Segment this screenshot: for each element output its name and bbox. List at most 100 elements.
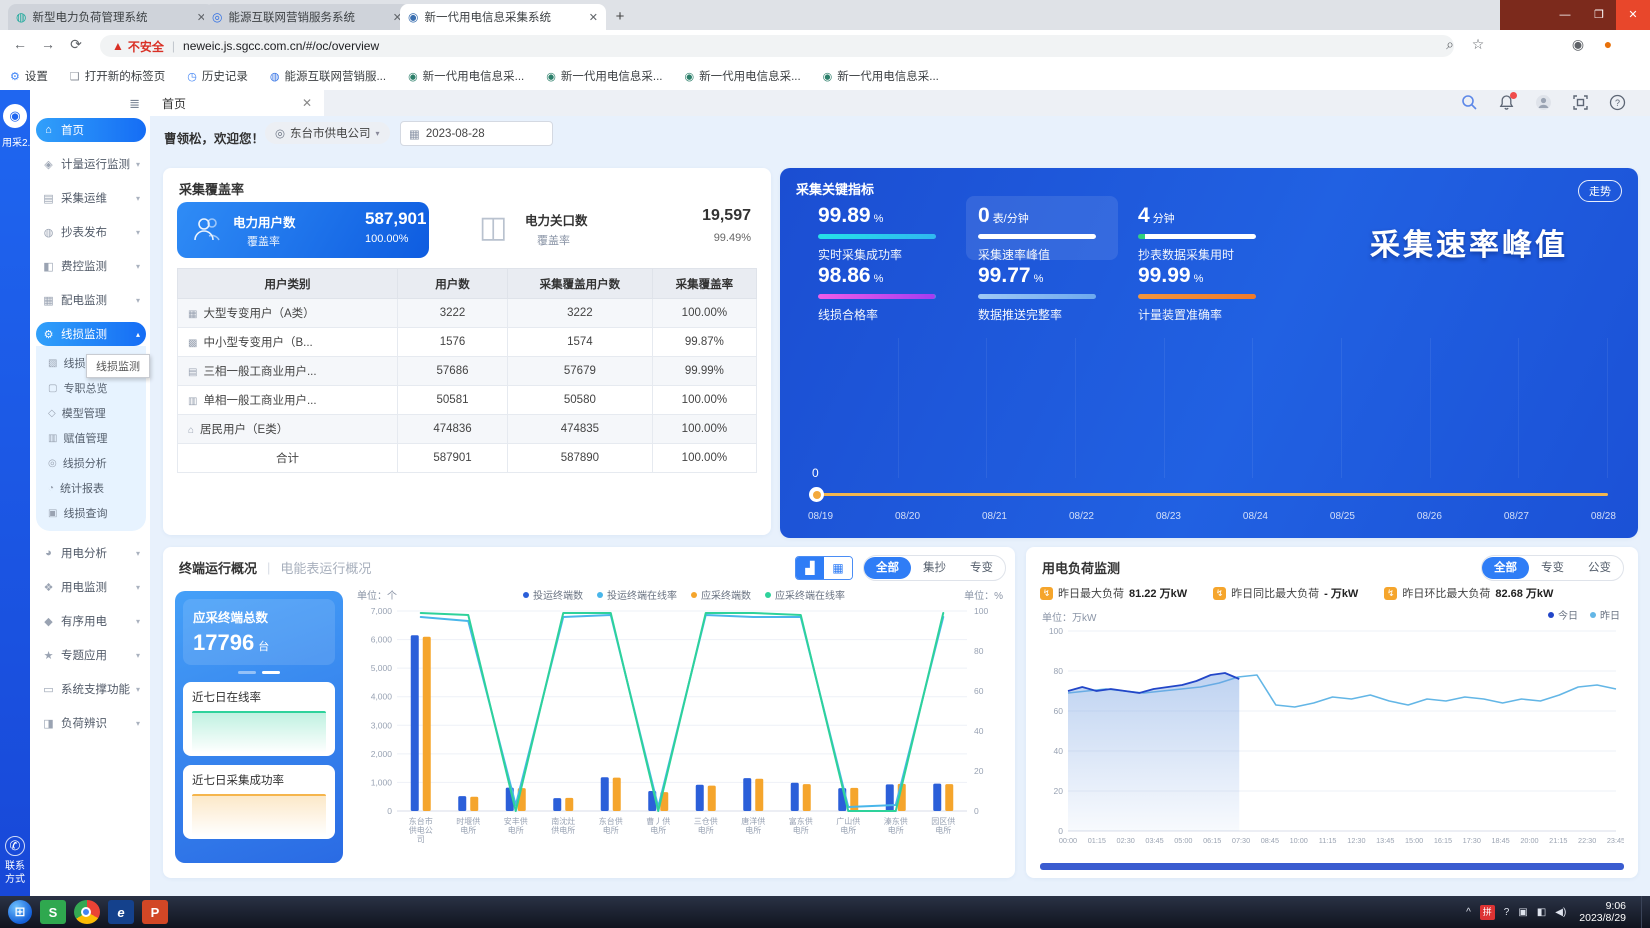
table-row[interactable]: ▤三相一般工商业用户... 576865767999.99%	[178, 357, 757, 386]
help-icon[interactable]: ?	[1609, 94, 1626, 111]
sidebar-item-metering[interactable]: ◈ 计量运行监测 ▾	[36, 152, 146, 176]
tray-generic-icon[interactable]: ▣	[1518, 907, 1527, 918]
tray-help-icon[interactable]: ?	[1504, 907, 1510, 918]
trend-button[interactable]: 走势	[1578, 180, 1622, 202]
timeline-track[interactable]	[816, 493, 1608, 496]
bookmark-site[interactable]: ◉新一代用电信息采...	[546, 68, 662, 84]
bookmark-settings[interactable]: ⚙设置	[10, 68, 48, 84]
submenu-item-duty-overview[interactable]: ▢专职总览	[36, 377, 146, 399]
back-icon[interactable]: ←	[10, 36, 30, 52]
submenu-item-reports[interactable]: ◔统计报表	[36, 477, 146, 499]
load-stats-row: ↯ 昨日最大负荷81.22 万kW ↯ 昨日同比最大负荷- 万kW ↯ 昨日环比…	[1040, 585, 1628, 601]
collect-success-card[interactable]: 近七日采集成功率	[183, 765, 335, 839]
sidebar-item-usage-monitor[interactable]: ❖ 用电监测 ▾	[36, 575, 146, 599]
filter-all[interactable]: 全部	[864, 557, 911, 579]
content-tab-close-icon[interactable]: ✕	[302, 96, 312, 110]
submenu-item-analysis[interactable]: ◎线损分析	[36, 452, 146, 474]
bookmark-site[interactable]: ◉新一代用电信息采...	[408, 68, 524, 84]
submenu-item-query[interactable]: ▣线损查询	[36, 502, 146, 524]
sidebar-item-system-support[interactable]: ▭ 系统支撑功能 ▾	[36, 677, 146, 701]
table-row[interactable]: ▦大型专变用户（A类） 32223222100.00%	[178, 299, 757, 328]
reload-icon[interactable]: ⟳	[66, 36, 86, 53]
date-picker[interactable]: ▦ 2023-08-28	[400, 121, 553, 146]
sidebar-item-distribution[interactable]: ▦ 配电监测 ▾	[36, 288, 146, 312]
gateway-card[interactable]: ◫ 电力关口数 覆盖率 19,597 99.49%	[463, 202, 757, 258]
tray-ime-icon[interactable]: 拼	[1480, 905, 1495, 920]
power-users-card[interactable]: 电力用户数 覆盖率 587,901 100.00%	[177, 202, 429, 258]
volume-icon[interactable]: ◀)	[1555, 907, 1566, 918]
security-warning[interactable]: ▲ 不安全	[112, 38, 164, 55]
sidebar-item-orderly-power[interactable]: ◆ 有序用电 ▾	[36, 609, 146, 633]
update-icon[interactable]: ●	[1598, 36, 1618, 52]
bookmark-site[interactable]: ◉新一代用电信息采...	[684, 68, 800, 84]
table-row[interactable]: ⌂居民用户（E类） 474836474835100.00%	[178, 415, 757, 444]
tab-terminal-overview[interactable]: 终端运行概况	[179, 558, 257, 577]
tray-generic-icon[interactable]: ◧	[1537, 907, 1546, 918]
submenu-item-assignment-mgmt[interactable]: ▥赋值管理	[36, 427, 146, 449]
url-text[interactable]: neweic.js.sgcc.com.cn/#/oc/overview	[183, 39, 379, 53]
address-bar[interactable]: ▲ 不安全 | neweic.js.sgcc.com.cn/#/oc/overv…	[100, 35, 1454, 57]
taskbar-wps-icon[interactable]: S	[40, 900, 66, 924]
org-selector[interactable]: ◎ 东台市供电公司 ▾	[265, 122, 390, 144]
taskbar-powerpoint-icon[interactable]: P	[142, 900, 168, 924]
filter-gongbian[interactable]: 公变	[1576, 557, 1623, 579]
browser-tab-3-active[interactable]: ◉ 新一代用电信息采集系统 ✕	[400, 4, 606, 30]
online-rate-card[interactable]: 近七日在线率	[183, 682, 335, 756]
tab-close-icon[interactable]: ✕	[589, 11, 598, 24]
filter-jichao[interactable]: 集抄	[911, 557, 958, 579]
chevron-down-icon: ▾	[136, 549, 140, 558]
svg-text:01:15: 01:15	[1088, 836, 1106, 845]
close-button[interactable]: ✕	[1616, 0, 1650, 30]
taskbar-chrome-icon[interactable]	[74, 900, 100, 924]
tray-chevron-icon[interactable]: ^	[1466, 907, 1471, 918]
fullscreen-icon[interactable]	[1572, 94, 1589, 111]
table-row[interactable]: ▩中小型专变用户（B... 1576157499.87%	[178, 328, 757, 357]
taskbar-clock[interactable]: 9:062023/8/29	[1579, 900, 1626, 924]
bookmark-site[interactable]: ◉新一代用电信息采...	[823, 68, 939, 84]
minimize-button[interactable]: —	[1548, 0, 1582, 30]
maximize-button[interactable]: ❐	[1582, 0, 1616, 30]
terminal-total-card[interactable]: 应采终端总数 17796台	[183, 599, 335, 665]
bell-icon[interactable]	[1498, 94, 1515, 111]
warning-icon: ▲	[112, 39, 124, 53]
bookmark-history[interactable]: ◷历史记录	[187, 68, 248, 84]
greeting-text: 曹领松，欢迎您！	[164, 128, 264, 147]
zoom-icon[interactable]: ⌕	[1440, 36, 1460, 53]
sidebar-item-usage-analysis[interactable]: ◕ 用电分析 ▾	[36, 541, 146, 565]
avatar-icon[interactable]	[1535, 94, 1552, 111]
sidebar-item-special-apps[interactable]: ★ 专题应用 ▾	[36, 643, 146, 667]
taskbar-ie-icon[interactable]: e	[108, 900, 134, 924]
sidebar-item-home[interactable]: ⌂ 首页	[36, 118, 146, 142]
filter-zhuanbian[interactable]: 专变	[958, 557, 1005, 579]
contact-widget[interactable]: ✆ 联系方式	[0, 836, 30, 886]
forward-icon[interactable]: →	[38, 36, 58, 52]
datazoom-slider[interactable]	[1040, 863, 1624, 870]
bookmark-site[interactable]: ◍能源互联网营销服...	[270, 68, 386, 84]
table-row[interactable]: ▥单相一般工商业用户... 5058150580100.00%	[178, 386, 757, 415]
profile-icon[interactable]: ◉	[1568, 36, 1588, 53]
table-view-icon[interactable]: ▦	[824, 557, 852, 579]
new-tab-button[interactable]: +	[608, 7, 632, 27]
online-rate-sparkline	[192, 711, 326, 753]
sidebar-collapse-icon[interactable]: ≣	[129, 96, 140, 112]
submenu-item-model-mgmt[interactable]: ◇模型管理	[36, 402, 146, 424]
tab-meter-overview[interactable]: 电能表运行概况	[280, 558, 371, 577]
sidebar-item-line-loss[interactable]: ⚙ 线损监测 ▴	[36, 322, 146, 346]
browser-tab-1[interactable]: ◍ 新型电力负荷管理系统 ✕	[8, 4, 214, 30]
chart-view-icon[interactable]: ▟	[796, 557, 824, 579]
carousel-dots[interactable]	[183, 671, 335, 674]
show-desktop-button[interactable]	[1641, 896, 1650, 928]
filter-all[interactable]: 全部	[1482, 557, 1529, 579]
search-icon[interactable]	[1461, 94, 1478, 111]
bookmark-star-icon[interactable]: ☆	[1468, 36, 1488, 53]
bookmark-newtab[interactable]: ❑打开新的标签页	[70, 68, 165, 84]
sidebar-item-fee-control[interactable]: ◧ 费控监测 ▾	[36, 254, 146, 278]
content-tab-home[interactable]: 首页 ✕	[150, 90, 324, 116]
timeline-handle[interactable]	[809, 487, 824, 502]
sidebar-item-collection-ops[interactable]: ▤ 采集运维 ▾	[36, 186, 146, 210]
browser-tab-2[interactable]: ◎ 能源互联网营销服务系统 ✕	[204, 4, 410, 30]
sidebar-item-meter-reading[interactable]: ◍ 抄表发布 ▾	[36, 220, 146, 244]
sidebar-item-load-identify[interactable]: ◨ 负荷辨识 ▾	[36, 711, 146, 735]
start-button[interactable]: ⊞	[8, 900, 32, 924]
filter-zhuanbian[interactable]: 专变	[1529, 557, 1576, 579]
